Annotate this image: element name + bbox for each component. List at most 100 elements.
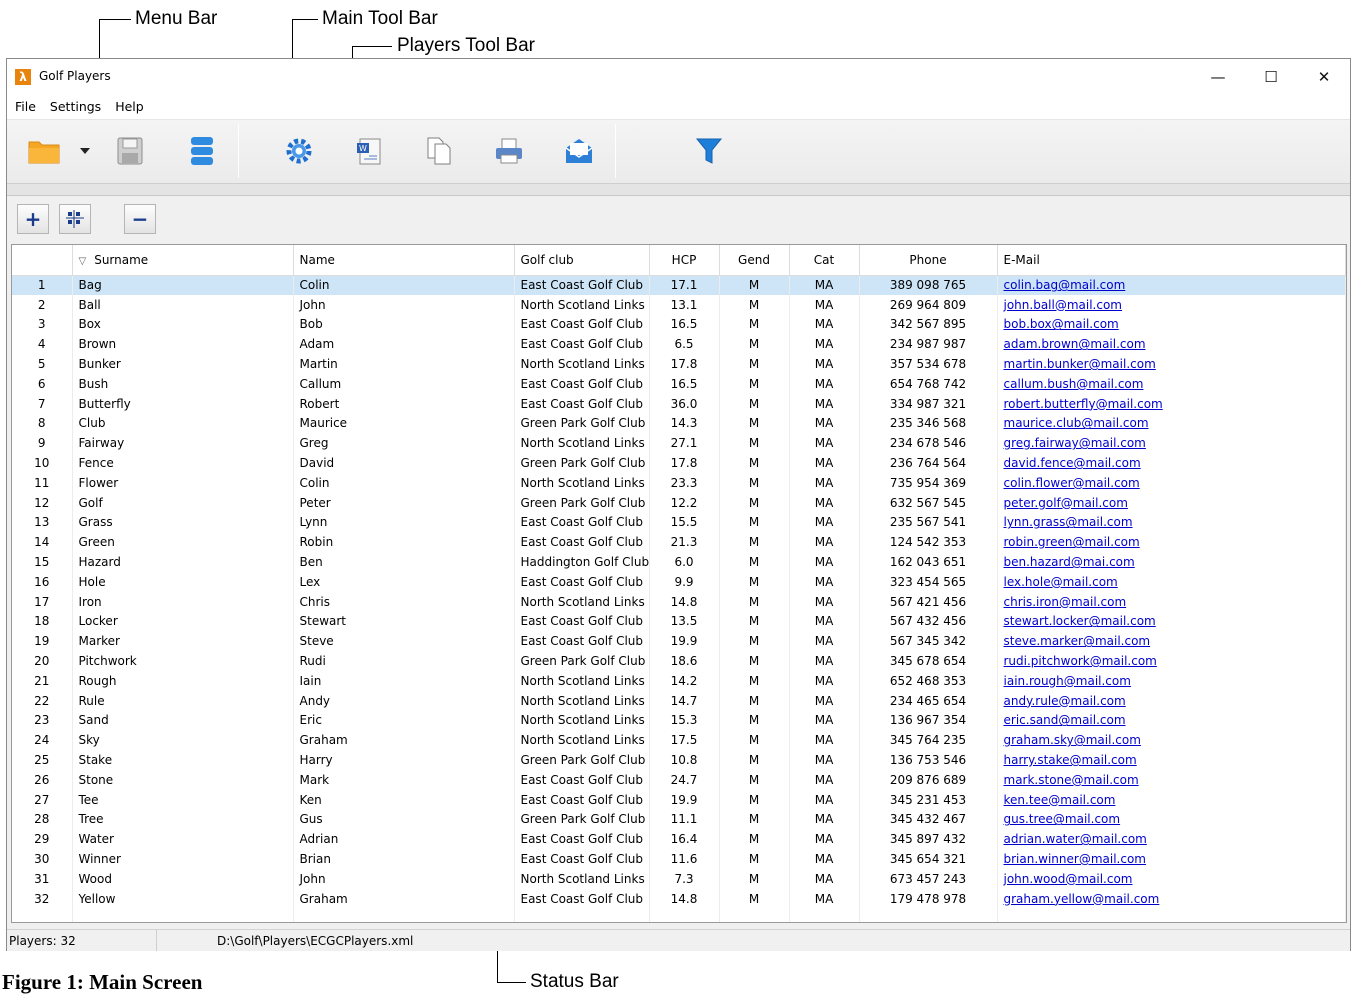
cell-email[interactable]: john.ball@mail.com — [997, 294, 1346, 315]
table-row[interactable]: 2 Ball John North Scotland Links 13.1 M MA 269 … — [12, 294, 1346, 315]
open-dropdown-button[interactable] — [73, 132, 97, 170]
col-header-name[interactable]: Name — [293, 245, 515, 276]
menu-settings[interactable]: Settings — [44, 99, 109, 114]
cell-email[interactable]: adam.brown@mail.com — [997, 334, 1346, 355]
table-row[interactable]: 8 Club Maurice Green Park Golf Club 14.3 M MA 2… — [12, 413, 1346, 434]
cell-email[interactable]: greg.fairway@mail.com — [997, 433, 1346, 454]
table-row[interactable]: 1 Bag Colin East Coast Golf Club 17.1 M MA 389 … — [12, 275, 1346, 295]
cell-email[interactable]: ben.hazard@mai.com — [997, 552, 1346, 572]
cell-hcp: 6.0 — [649, 552, 720, 572]
table-row[interactable]: 17 Iron Chris North Scotland Links 14.8 M MA 56… — [12, 591, 1346, 612]
col-header-hcp[interactable]: HCP — [649, 245, 720, 276]
col-header-category[interactable]: Cat — [789, 245, 860, 276]
minimize-button[interactable]: — — [1192, 59, 1244, 94]
close-button[interactable]: ✕ — [1298, 59, 1350, 94]
add-player-button[interactable]: + — [17, 204, 49, 234]
settings-button[interactable] — [280, 132, 318, 170]
maximize-button[interactable]: ☐ — [1245, 59, 1297, 94]
table-row[interactable]: 24 Sky Graham North Scotland Links 17.5 M MA 34… — [12, 730, 1346, 751]
cell-email[interactable]: eric.sand@mail.com — [997, 710, 1346, 731]
table-row[interactable]: 30 Winner Brian East Coast Golf Club 11.6 M MA… — [12, 849, 1346, 869]
cell-email[interactable]: robin.green@mail.com — [997, 532, 1346, 553]
table-row[interactable]: 21 Rough Iain North Scotland Links 14.2 M MA 65… — [12, 670, 1346, 691]
table-row[interactable]: 3 Box Bob East Coast Golf Club 16.5 M MA 342 56… — [12, 314, 1346, 335]
table-row[interactable]: 19 Marker Steve East Coast Golf Club 19.9 M MA… — [12, 631, 1346, 652]
col-header-surname[interactable]: ▽ Surname — [72, 245, 294, 276]
table-row[interactable]: 12 Golf Peter Green Park Golf Club 12.2 M MA 63… — [12, 492, 1346, 513]
table-row[interactable]: 10 Fence David Green Park Golf Club 17.8 M MA 2… — [12, 453, 1346, 473]
open-button[interactable] — [25, 132, 63, 170]
cell-email[interactable]: adrian.water@mail.com — [997, 829, 1346, 850]
edit-grid-button[interactable] — [59, 204, 91, 234]
cell-email[interactable]: graham.sky@mail.com — [997, 730, 1346, 751]
col-header-gender[interactable]: Gend — [719, 245, 790, 276]
table-row[interactable]: 27 Tee Ken East Coast Golf Club 19.9 M MA 345 2… — [12, 789, 1346, 810]
table-row[interactable]: 6 Bush Callum East Coast Golf Club 16.5 M MA 65… — [12, 373, 1346, 394]
cell-email[interactable]: martin.bunker@mail.com — [997, 354, 1346, 374]
cell-email[interactable]: lex.hole@mail.com — [997, 571, 1346, 592]
table-row[interactable]: 20 Pitchwork Rudi Green Park Golf Club 18.6 M… — [12, 651, 1346, 671]
cell-email[interactable]: peter.golf@mail.com — [997, 492, 1346, 513]
cell-email[interactable]: maurice.club@mail.com — [997, 413, 1346, 434]
table-row[interactable]: 25 Stake Harry Green Park Golf Club 10.8 M MA 1… — [12, 750, 1346, 770]
cell-email[interactable]: iain.rough@mail.com — [997, 670, 1346, 691]
cell-email[interactable]: ken.tee@mail.com — [997, 789, 1346, 810]
col-header-golf-club[interactable]: Golf club — [514, 245, 650, 276]
table-row[interactable]: 9 Fairway Greg North Scotland Links 27.1 M MA 2… — [12, 433, 1346, 454]
cell-email[interactable]: andy.rule@mail.com — [997, 690, 1346, 711]
table-row[interactable]: 13 Grass Lynn East Coast Golf Club 15.5 M MA 23… — [12, 512, 1346, 533]
save-button[interactable] — [111, 132, 149, 170]
table-row[interactable]: 4 Brown Adam East Coast Golf Club 6.5 M MA 234 … — [12, 334, 1346, 355]
table-row[interactable]: 16 Hole Lex East Coast Golf Club 9.9 M MA 323 4… — [12, 571, 1346, 592]
title-bar[interactable]: λ Golf Players — ☐ ✕ — [7, 59, 1350, 94]
copy-button[interactable] — [420, 132, 458, 170]
table-row[interactable]: 29 Water Adrian East Coast Golf Club 16.4 M MA… — [12, 829, 1346, 850]
word-export-button[interactable]: W — [350, 132, 388, 170]
cell-email[interactable]: mark.stone@mail.com — [997, 769, 1346, 790]
table-row[interactable]: 28 Tree Gus Green Park Golf Club 11.1 M MA 345 … — [12, 809, 1346, 830]
cell-hcp: 19.9 — [649, 789, 720, 810]
cell-email[interactable]: colin.flower@mail.com — [997, 472, 1346, 493]
table-row[interactable]: 5 Bunker Martin North Scotland Links 17.8 M MA… — [12, 354, 1346, 374]
table-row[interactable]: 32 Yellow Graham East Coast Golf Club 14.8 M M… — [12, 888, 1346, 909]
cell-email[interactable]: robert.butterfly@mail.com — [997, 393, 1346, 414]
col-header-email[interactable]: E-Mail — [997, 245, 1346, 276]
cell-index: 7 — [12, 393, 73, 414]
cell-email[interactable]: david.fence@mail.com — [997, 453, 1346, 473]
cell-category: MA — [789, 571, 860, 592]
cell-email[interactable]: bob.box@mail.com — [997, 314, 1346, 335]
remove-player-button[interactable]: − — [124, 204, 156, 234]
cell-email[interactable]: john.wood@mail.com — [997, 868, 1346, 889]
database-button[interactable] — [183, 132, 221, 170]
cell-email[interactable]: stewart.locker@mail.com — [997, 611, 1346, 632]
save-icon — [117, 137, 143, 165]
print-button[interactable] — [490, 132, 528, 170]
cell-email[interactable]: harry.stake@mail.com — [997, 750, 1346, 770]
table-row[interactable]: 23 Sand Eric North Scotland Links 15.3 M MA 136… — [12, 710, 1346, 731]
cell-email[interactable]: lynn.grass@mail.com — [997, 512, 1346, 533]
cell-email[interactable]: callum.bush@mail.com — [997, 373, 1346, 394]
cell-email[interactable]: steve.marker@mail.com — [997, 631, 1346, 652]
menu-help[interactable]: Help — [109, 99, 152, 114]
cell-email[interactable]: gus.tree@mail.com — [997, 809, 1346, 830]
cell-email[interactable]: rudi.pitchwork@mail.com — [997, 651, 1346, 671]
table-row[interactable]: 7 Butterfly Robert East Coast Golf Club 36.0… — [12, 393, 1346, 414]
menu-file[interactable]: File — [9, 99, 44, 114]
filter-button[interactable] — [690, 132, 728, 170]
cell-email[interactable]: brian.winner@mail.com — [997, 849, 1346, 869]
cell-hcp: 14.8 — [649, 888, 720, 909]
cell-email[interactable]: graham.yellow@mail.com — [997, 888, 1346, 909]
cell-email[interactable]: chris.iron@mail.com — [997, 591, 1346, 612]
cell-category: MA — [789, 651, 860, 671]
table-row[interactable]: 26 Stone Mark East Coast Golf Club 24.7 M MA 20… — [12, 769, 1346, 790]
cell-email[interactable]: colin.bag@mail.com — [997, 275, 1346, 295]
table-row[interactable]: 15 Hazard Ben Haddington Golf Club 6.0 M MA 162… — [12, 552, 1346, 572]
table-row[interactable]: 14 Green Robin East Coast Golf Club 21.3 M MA 1… — [12, 532, 1346, 553]
table-row[interactable]: 18 Locker Stewart East Coast Golf Club 13.5 M… — [12, 611, 1346, 632]
col-header-index[interactable] — [12, 245, 73, 276]
table-row[interactable]: 31 Wood John North Scotland Links 7.3 M MA 673 … — [12, 868, 1346, 889]
table-row[interactable]: 22 Rule Andy North Scotland Links 14.7 M MA 234… — [12, 690, 1346, 711]
col-header-phone[interactable]: Phone — [859, 245, 998, 276]
email-button[interactable] — [560, 132, 598, 170]
table-row[interactable]: 11 Flower Colin North Scotland Links 23.3 M MA… — [12, 472, 1346, 493]
